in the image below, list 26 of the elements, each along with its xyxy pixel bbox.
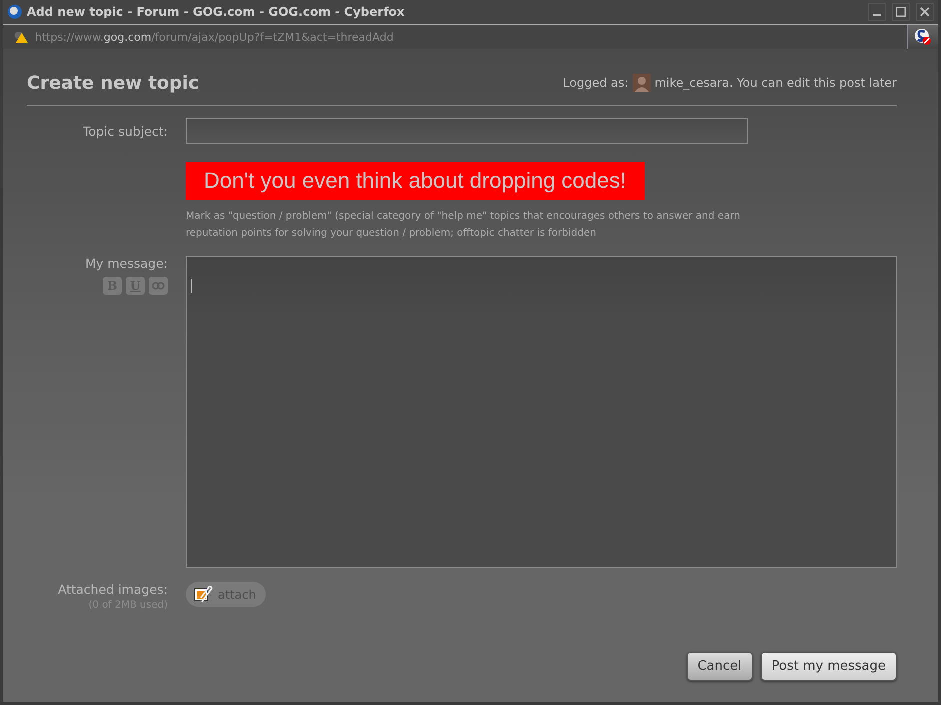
warning-icon <box>13 30 29 44</box>
link-icon <box>152 282 165 290</box>
minimize-button[interactable] <box>868 3 886 21</box>
window-title: Add new topic - Forum - GOG.com - GOG.com - Cyberfox <box>27 5 406 19</box>
cancel-button[interactable]: Cancel <box>686 652 753 681</box>
avatar-icon <box>632 74 651 92</box>
image-clip-icon <box>194 586 214 604</box>
field-label: My message: <box>84 256 168 271</box>
globe-icon <box>7 4 23 20</box>
warning-banner: Don't you even think about dropping codes! <box>186 162 644 200</box>
message-field[interactable] <box>186 256 897 568</box>
close-button[interactable] <box>916 3 934 21</box>
blocked-s-icon <box>914 28 932 46</box>
text-cursor <box>191 279 192 293</box>
post-button[interactable]: Post my message <box>760 652 897 681</box>
addon-button[interactable] <box>907 25 938 49</box>
user-note: mike_cesara. You can edit this post later <box>654 76 897 90</box>
logged-as-label: Logged as: <box>563 76 629 90</box>
hint-text: Mark as "question / problem" (special category of "help me" topics that encourages others to answer and earn reputation points for solving your question / problem; offtopic chatter is forbidden <box>186 210 742 241</box>
field-label: Topic subject: <box>82 124 168 138</box>
subject-field[interactable] <box>186 118 748 144</box>
maximize-button[interactable] <box>892 3 910 21</box>
field-label: Attached images: <box>57 582 168 597</box>
page-title: Create new topic <box>27 72 200 94</box>
close-icon <box>920 7 930 17</box>
maximize-icon <box>896 7 906 17</box>
